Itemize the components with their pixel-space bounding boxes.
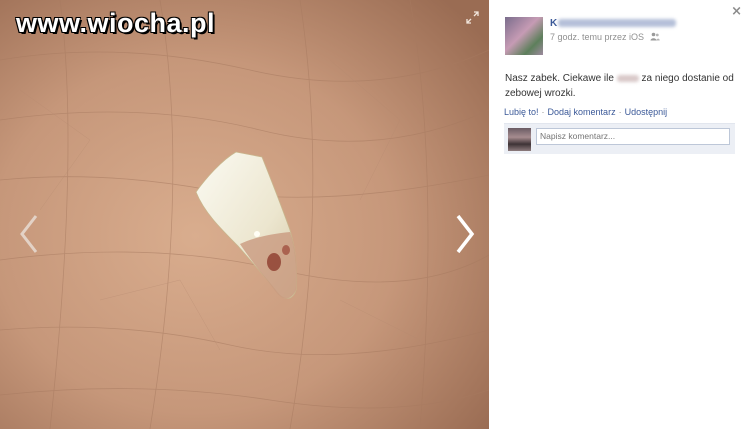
author-name-redacted <box>558 19 677 28</box>
redacted-word <box>616 74 639 82</box>
people-icon[interactable] <box>650 32 660 43</box>
author-avatar[interactable] <box>505 17 543 55</box>
commenter-avatar <box>508 128 531 151</box>
watermark: www.wiocha.pl <box>16 8 216 38</box>
share-link[interactable]: Udostępnij <box>625 107 668 117</box>
post-text: Nasz zabek. Ciekawe ile za niego dostani… <box>505 71 737 101</box>
photo-stage: www.wiocha.pl <box>0 0 489 429</box>
author-initial: K <box>550 18 558 29</box>
post-panel: × K 7 godz. temu przez iOS Nasz zabek. C… <box>489 0 750 429</box>
next-photo-button[interactable] <box>452 212 478 256</box>
chevron-right-icon <box>456 214 475 254</box>
action-separator: · <box>618 107 622 117</box>
photo <box>0 0 489 429</box>
post-meta: 7 godz. temu przez iOS <box>550 32 660 43</box>
post-actions: Lubię to! · Dodaj komentarz · Udostępnij <box>504 107 667 117</box>
post-text-part1: Nasz zabek. Ciekawe ile <box>505 73 614 84</box>
prev-photo-button[interactable] <box>16 212 42 256</box>
chevron-left-icon <box>20 215 38 253</box>
author-name[interactable]: K <box>550 18 677 29</box>
add-comment-link[interactable]: Dodaj komentarz <box>548 107 616 117</box>
comment-input[interactable] <box>536 128 730 145</box>
like-link[interactable]: Lubię to! <box>504 107 539 117</box>
expand-button[interactable] <box>466 11 479 24</box>
close-button[interactable]: × <box>731 4 742 19</box>
post-time[interactable]: 7 godz. temu przez iOS <box>550 32 644 42</box>
comment-box <box>504 123 735 154</box>
action-separator: · <box>541 107 545 117</box>
expand-icon <box>466 11 479 24</box>
